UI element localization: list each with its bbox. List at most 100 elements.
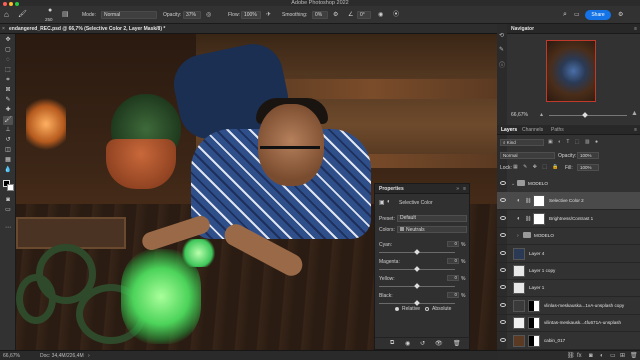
eraser-tool-icon[interactable]: ◫: [3, 146, 13, 155]
new-adjustment-icon[interactable]: ◐: [600, 352, 604, 360]
layer-mask-thumbnail[interactable]: [528, 317, 540, 330]
chevron-down-icon[interactable]: ⌄: [511, 175, 515, 193]
layer-row[interactable]: vlinlas-meskauska...1vA-unsplash copy: [497, 297, 640, 315]
layers-menu-icon[interactable]: ≡: [634, 125, 637, 135]
pressure-size-icon[interactable]: ◉: [378, 6, 383, 24]
visibility-eye-icon[interactable]: [500, 215, 506, 220]
zoom-in-icon[interactable]: ▲: [631, 110, 638, 117]
visibility-eye-icon[interactable]: [500, 198, 506, 203]
mode-dropdown[interactable]: Normal: [101, 11, 157, 19]
clone-stamp-tool-icon[interactable]: ⊥: [3, 126, 13, 135]
new-layer-icon[interactable]: ⊞: [620, 352, 625, 360]
tab-layers[interactable]: Layers: [501, 125, 517, 135]
layer-mask-thumbnail[interactable]: [528, 334, 540, 347]
visibility-eye-icon[interactable]: [500, 181, 506, 185]
screen-mode-icon[interactable]: ▭: [3, 206, 13, 215]
colors-dropdown[interactable]: Neutrals: [397, 226, 467, 233]
status-zoom[interactable]: 66,67%: [3, 351, 20, 360]
visibility-eye-icon[interactable]: [500, 233, 506, 238]
navigator-zoom-slider[interactable]: [549, 112, 627, 118]
layer-filter-dropdown[interactable]: ⌕ Kind: [500, 139, 544, 146]
collapse-panel-icon[interactable]: »: [456, 184, 459, 194]
layer-thumbnail[interactable]: [513, 247, 525, 260]
zoom-out-icon[interactable]: ▴: [540, 111, 543, 118]
layer-thumbnail[interactable]: [513, 334, 525, 347]
navigator-thumbnail[interactable]: [546, 40, 596, 102]
airbrush-icon[interactable]: ✈: [266, 6, 271, 24]
navigator-menu-icon[interactable]: ≡: [634, 24, 637, 34]
search-icon[interactable]: ⌕: [563, 6, 567, 24]
new-group-icon[interactable]: ▭: [610, 352, 616, 360]
layer-style-icon[interactable]: fx: [577, 352, 582, 360]
slider-track[interactable]: [379, 249, 455, 255]
healing-brush-tool-icon[interactable]: ✚: [3, 106, 13, 115]
link-icon[interactable]: ⛓: [525, 210, 531, 228]
layer-row[interactable]: cabin_017: [497, 332, 640, 350]
visibility-eye-icon[interactable]: [500, 320, 506, 325]
brush-settings-icon[interactable]: ▤: [62, 6, 69, 24]
lasso-tool-icon[interactable]: ◌: [3, 56, 13, 65]
layer-row[interactable]: ◐ ⛓ Selective Color 2: [497, 192, 640, 211]
layer-mask-thumbnail[interactable]: [533, 212, 545, 225]
info-icon[interactable]: ⓘ: [499, 60, 505, 69]
link-layers-icon[interactable]: ⛓: [567, 352, 575, 360]
symmetry-icon[interactable]: ⦿: [393, 6, 399, 24]
preset-dropdown[interactable]: Default: [397, 215, 467, 222]
brush-tool-icon[interactable]: 🖌: [18, 6, 27, 24]
clip-to-layer-icon[interactable]: ⧉: [390, 340, 394, 347]
layer-mask-thumbnail[interactable]: [528, 299, 540, 312]
visibility-eye-icon[interactable]: [500, 250, 506, 255]
object-selection-tool-icon[interactable]: ⬚: [3, 66, 13, 75]
layer-thumbnail[interactable]: [513, 282, 525, 295]
home-icon[interactable]: ⌂: [4, 6, 9, 24]
share-button[interactable]: Share: [585, 10, 611, 20]
layer-opacity-field[interactable]: 100%: [577, 152, 599, 159]
delete-adjustment-icon[interactable]: 🗑: [453, 340, 461, 347]
mask-icon[interactable]: ◐: [387, 199, 391, 205]
layer-filter-icons[interactable]: ▣ ◐ T ⬚ ▥ ●: [548, 139, 600, 145]
slider-knob[interactable]: [414, 266, 420, 272]
brush-tool-icon[interactable]: 🖌: [3, 116, 13, 125]
reset-icon[interactable]: ↺: [420, 340, 425, 347]
layer-thumbnail[interactable]: [513, 265, 525, 277]
crop-tool-icon[interactable]: ⌗: [3, 76, 13, 85]
link-icon[interactable]: ⛓: [525, 192, 531, 210]
eyedropper-tool-icon[interactable]: ✎: [3, 96, 13, 105]
layer-row[interactable]: › MODELO: [497, 227, 640, 246]
document-tab[interactable]: × endangered_REC.psd @ 66,7% (Selective …: [0, 24, 497, 34]
frame-tool-icon[interactable]: ⊠: [3, 86, 13, 95]
slider-track[interactable]: [379, 300, 455, 306]
view-previous-icon[interactable]: ◉: [405, 340, 410, 347]
visibility-eye-icon[interactable]: [500, 302, 506, 307]
edit-toolbar-icon[interactable]: ⋯: [3, 224, 13, 233]
blend-mode-dropdown[interactable]: Normal: [500, 152, 555, 159]
visibility-eye-icon[interactable]: [500, 285, 506, 290]
move-tool-icon[interactable]: ✥: [3, 36, 13, 45]
history-icon[interactable]: ⟲: [499, 32, 504, 39]
layer-row[interactable]: Layer 1 copy: [497, 262, 640, 280]
gradient-tool-icon[interactable]: ▦: [3, 156, 13, 165]
layer-row[interactable]: Layer 1: [497, 279, 640, 298]
slider-track[interactable]: [379, 283, 455, 289]
slider-value-field[interactable]: 0: [447, 275, 459, 281]
history-brush-tool-icon[interactable]: ↺: [3, 136, 13, 145]
brushes-icon[interactable]: ✎: [499, 46, 504, 53]
status-arrow-icon[interactable]: ›: [88, 351, 90, 360]
smoothing-options-icon[interactable]: ⚙: [333, 6, 338, 24]
quick-mask-icon[interactable]: ◙: [3, 196, 13, 205]
panel-menu-icon[interactable]: ≡: [463, 184, 466, 194]
tab-channels[interactable]: Channels: [522, 125, 543, 135]
layer-row[interactable]: vilintas-meskausk...4fu671A-unsplash: [497, 314, 640, 333]
delete-layer-icon[interactable]: 🗑: [630, 352, 638, 360]
layer-row[interactable]: Layer 4: [497, 245, 640, 263]
add-mask-icon[interactable]: ◙: [589, 352, 593, 360]
slider-knob[interactable]: [414, 249, 420, 255]
opacity-field[interactable]: 37%: [183, 11, 201, 19]
smoothing-field[interactable]: 0%: [312, 11, 328, 19]
visibility-icon[interactable]: 👁: [435, 340, 443, 347]
slider-knob[interactable]: [414, 300, 420, 306]
tab-paths[interactable]: Paths: [551, 125, 564, 135]
slider-value-field[interactable]: 0: [447, 292, 459, 298]
close-tab-icon[interactable]: ×: [2, 24, 5, 34]
chevron-right-icon[interactable]: ›: [517, 227, 519, 245]
